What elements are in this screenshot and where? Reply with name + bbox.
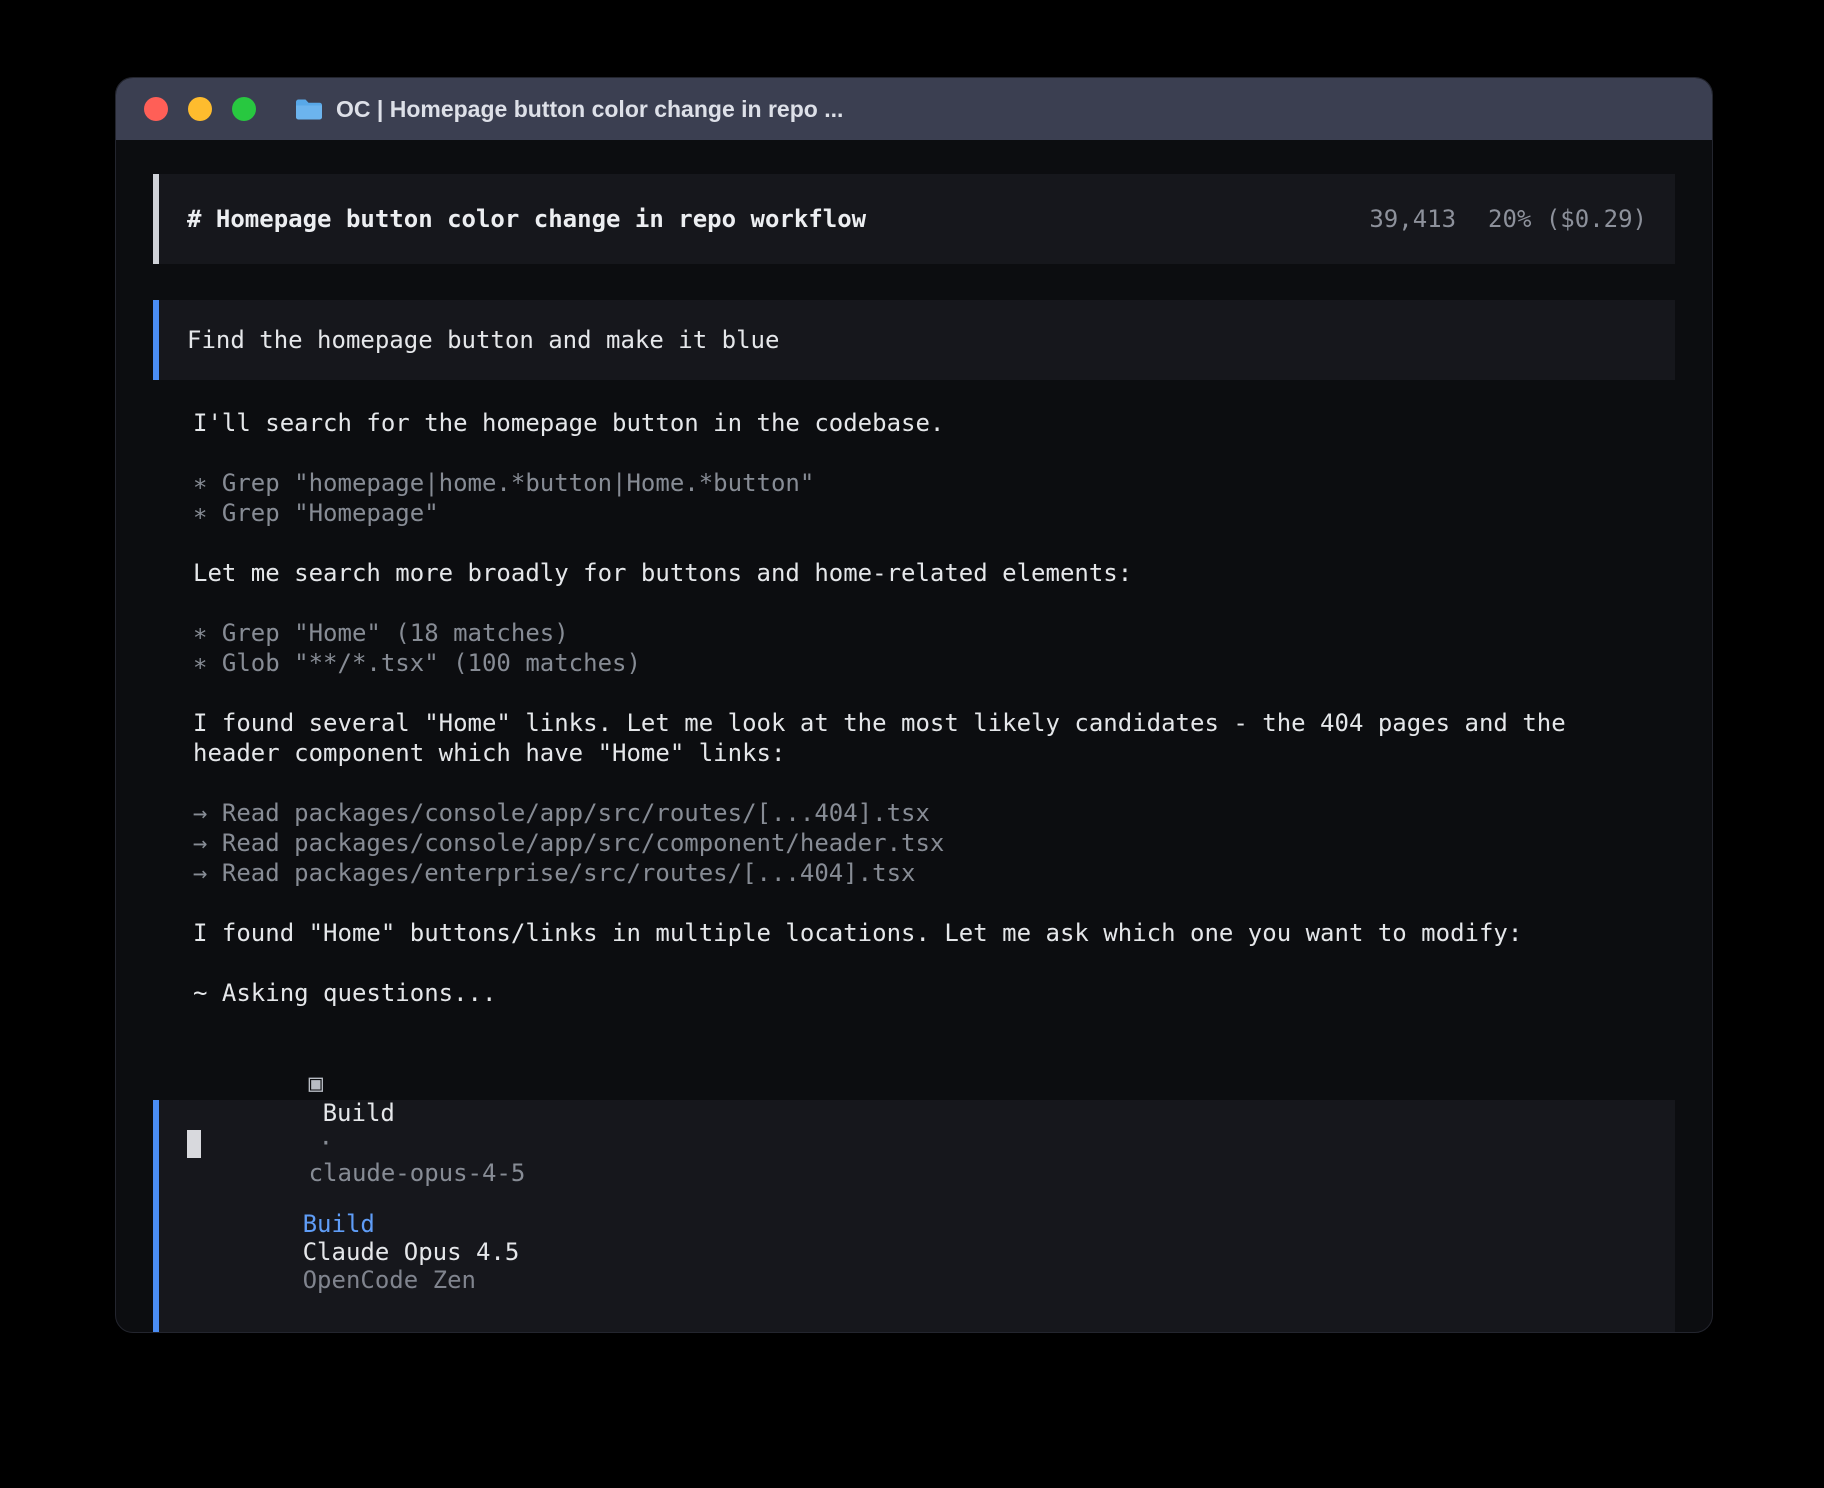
folder-icon xyxy=(294,98,322,120)
prompt-input[interactable]: Build Claude Opus 4.5 OpenCode Zen xyxy=(153,1100,1675,1333)
session-title: # Homepage button color change in repo w… xyxy=(187,205,866,233)
transcript: I'll search for the homepage button in t… xyxy=(153,408,1675,1068)
terminal-content: # Homepage button color change in repo w… xyxy=(116,174,1712,1333)
window-title: OC | Homepage button color change in rep… xyxy=(336,96,843,123)
agent-name: Build xyxy=(323,1099,395,1127)
tool-call-grep-2: ∗ Grep "Homepage" xyxy=(193,498,1675,528)
agent-model: claude-opus-4-5 xyxy=(309,1159,526,1187)
window-titlebar: OC | Homepage button color change in rep… xyxy=(116,78,1712,140)
assistant-message: I'll search for the homepage button in t… xyxy=(193,408,1675,438)
minimize-button[interactable] xyxy=(188,97,212,121)
assistant-message: I found "Home" buttons/links in multiple… xyxy=(193,918,1675,948)
agent-separator: · xyxy=(319,1129,333,1157)
zoom-button[interactable] xyxy=(232,97,256,121)
token-count: 39,413 xyxy=(1369,205,1456,233)
assistant-message: Let me search more broadly for buttons a… xyxy=(193,558,1675,588)
tool-call-read-3: → Read packages/enterprise/src/routes/[.… xyxy=(193,858,1675,888)
assistant-message: I found several "Home" links. Let me loo… xyxy=(193,708,1675,738)
session-header: # Homepage button color change in repo w… xyxy=(153,174,1675,264)
input-mode[interactable]: Build xyxy=(303,1210,375,1238)
traffic-lights xyxy=(144,97,256,121)
user-message-text: Find the homepage button and make it blu… xyxy=(187,326,779,354)
agent-icon: ▣ xyxy=(309,1069,323,1097)
input-model[interactable]: Claude Opus 4.5 xyxy=(303,1238,520,1266)
asking-status: ~ Asking questions... xyxy=(193,978,1675,1008)
input-provider: OpenCode Zen xyxy=(303,1266,476,1294)
tool-call-glob: ∗ Glob "**/*.tsx" (100 matches) xyxy=(193,648,1675,678)
tool-call-grep-3: ∗ Grep "Home" (18 matches) xyxy=(193,618,1675,648)
title-group: OC | Homepage button color change in rep… xyxy=(294,96,843,123)
close-button[interactable] xyxy=(144,97,168,121)
agent-status-line: ▣ Build · claude-opus-4-5 xyxy=(193,1038,1675,1068)
tool-call-read-2: → Read packages/console/app/src/componen… xyxy=(193,828,1675,858)
terminal-window: OC | Homepage button color change in rep… xyxy=(115,77,1713,1333)
tool-call-read-1: → Read packages/console/app/src/routes/[… xyxy=(193,798,1675,828)
assistant-message: header component which have "Home" links… xyxy=(193,738,1675,768)
session-stats: 39,413 20% ($0.29) xyxy=(1369,205,1647,233)
tool-call-grep-1: ∗ Grep "homepage|home.*button|Home.*butt… xyxy=(193,468,1675,498)
context-usage: 20% ($0.29) xyxy=(1488,205,1647,233)
user-message: Find the homepage button and make it blu… xyxy=(153,300,1675,380)
input-meta: Build Claude Opus 4.5 OpenCode Zen xyxy=(187,1182,1647,1322)
